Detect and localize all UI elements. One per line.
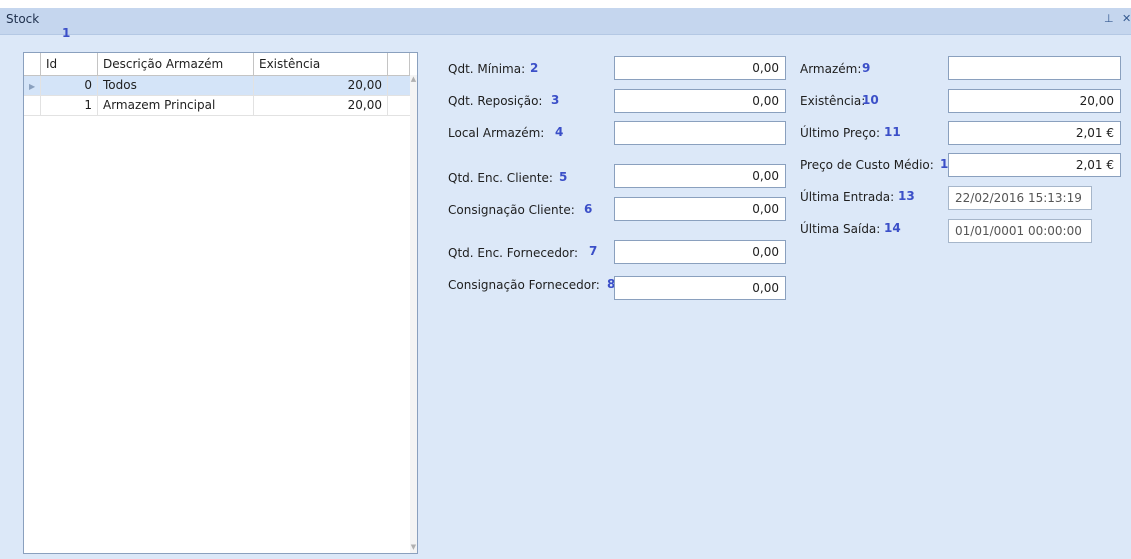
qdt-minima-field[interactable]: 0,00 — [614, 56, 786, 80]
callout-9: 9 — [862, 61, 871, 75]
panel-title: Stock — [6, 12, 40, 26]
warehouse-grid[interactable]: Id Descrição Armazém Existência ▶ 0 Todo… — [23, 52, 418, 554]
column-header-id[interactable]: Id — [41, 53, 98, 75]
stock-panel: Stock ⊥ ✕ 1 Id Descrição Armazém Existên… — [0, 8, 1131, 559]
table-row[interactable]: 1 Armazem Principal 20,00 — [24, 96, 410, 116]
grid-header: Id Descrição Armazém Existência — [24, 53, 417, 76]
label-ultima-saida: Última Saída: — [800, 222, 881, 236]
qtd-enc-fornecedor-field[interactable]: 0,00 — [614, 240, 786, 264]
column-header-existencia[interactable]: Existência — [254, 53, 388, 75]
column-header-descricao[interactable]: Descrição Armazém — [98, 53, 254, 75]
label-preco-custo-medio: Preço de Custo Médio: — [800, 158, 934, 172]
local-armazem-field[interactable] — [614, 121, 786, 145]
label-ultimo-preco: Último Preço: — [800, 126, 881, 140]
callout-5: 5 — [559, 170, 568, 184]
consignacao-cliente-field[interactable]: 0,00 — [614, 197, 786, 221]
ultima-saida-field[interactable]: 01/01/0001 00:00:00 — [948, 219, 1092, 243]
panel-titlebar: Stock ⊥ ✕ — [0, 8, 1131, 35]
callout-2: 2 — [530, 61, 539, 75]
label-existencia: Existência: — [800, 94, 866, 108]
scroll-up-icon[interactable]: ▲ — [410, 75, 417, 83]
label-consignacao-cliente: Consignação Cliente: — [448, 203, 575, 217]
cell-existencia[interactable]: 20,00 — [254, 96, 388, 116]
callout-11: 11 — [884, 125, 901, 139]
label-local-armazem: Local Armazém: — [448, 126, 545, 140]
armazem-field[interactable] — [948, 56, 1121, 80]
label-qtd-enc-fornecedor: Qtd. Enc. Fornecedor: — [448, 246, 579, 260]
consignacao-fornecedor-field[interactable]: 0,00 — [614, 276, 786, 300]
label-ultima-entrada: Última Entrada: — [800, 190, 895, 204]
cell-existencia[interactable]: 20,00 — [254, 76, 388, 96]
scroll-down-icon[interactable]: ▼ — [410, 543, 417, 551]
row-indicator: ▶ — [24, 76, 41, 96]
cell-id[interactable]: 0 — [41, 76, 98, 96]
label-qtd-enc-cliente: Qtd. Enc. Cliente: — [448, 171, 553, 185]
table-row[interactable]: ▶ 0 Todos 20,00 — [24, 76, 410, 96]
qdt-reposicao-field[interactable]: 0,00 — [614, 89, 786, 113]
callout-14: 14 — [884, 221, 901, 235]
label-consignacao-fornecedor: Consignação Fornecedor: — [448, 278, 600, 292]
label-armazem: Armazém: — [800, 62, 862, 76]
label-qdt-reposicao: Qdt. Reposição: — [448, 94, 543, 108]
callout-1: 1 — [62, 26, 71, 40]
callout-7: 7 — [589, 244, 598, 258]
callout-10: 10 — [862, 93, 879, 107]
preco-custo-medio-field[interactable]: 2,01 € — [948, 153, 1121, 177]
ultima-entrada-field[interactable]: 22/02/2016 15:13:19 — [948, 186, 1092, 210]
grid-vertical-scrollbar[interactable]: ▲ ▼ — [410, 75, 417, 553]
row-selector-icon: ▶ — [29, 82, 36, 91]
qtd-enc-cliente-field[interactable]: 0,00 — [614, 164, 786, 188]
callout-6: 6 — [584, 202, 593, 216]
ultimo-preco-field[interactable]: 2,01 € — [948, 121, 1121, 145]
row-indicator-header — [24, 53, 41, 75]
callout-4: 4 — [555, 125, 564, 139]
callout-3: 3 — [551, 93, 560, 107]
cell-descricao[interactable]: Todos — [98, 76, 254, 96]
column-header-filler — [388, 53, 410, 75]
label-qdt-minima: Qdt. Mínima: — [448, 62, 526, 76]
row-indicator — [24, 96, 41, 116]
existencia-field[interactable]: 20,00 — [948, 89, 1121, 113]
cell-descricao[interactable]: Armazem Principal — [98, 96, 254, 116]
callout-13: 13 — [898, 189, 915, 203]
pin-icon[interactable]: ⊥ — [1104, 12, 1114, 25]
cell-id[interactable]: 1 — [41, 96, 98, 116]
close-icon[interactable]: ✕ — [1122, 12, 1131, 25]
